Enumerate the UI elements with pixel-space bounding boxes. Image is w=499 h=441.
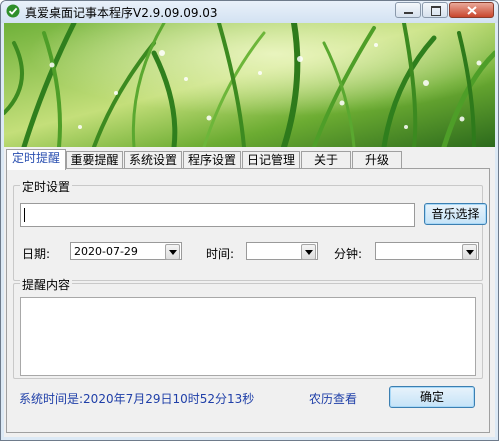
tab-important-reminder[interactable]: 重要提醒	[66, 151, 123, 169]
minute-label: 分钟:	[334, 247, 363, 261]
minute-select[interactable]	[375, 242, 479, 260]
window-title: 真爱桌面记事本程序V2.9.09.09.03	[25, 6, 218, 20]
tab-diary-management[interactable]: 日记管理	[242, 151, 300, 169]
app-icon	[6, 4, 20, 18]
timer-settings-group: 定时设置 音乐选择 日期: 2020-07-29 时间: 分钟:	[13, 178, 487, 281]
date-picker[interactable]: 2020-07-29	[70, 242, 182, 260]
tab-upgrade[interactable]: 升级	[352, 151, 402, 169]
timer-reminder-panel: 定时设置 音乐选择 日期: 2020-07-29 时间: 分钟: 提醒内容 系统…	[6, 168, 490, 433]
app-window: 真爱桌面记事本程序V2.9.09.09.03 定时提醒 重要提醒 系统设置 程序…	[0, 0, 499, 441]
date-dropdown-button[interactable]	[165, 244, 180, 260]
time-label: 时间:	[206, 247, 235, 261]
music-select-label: 音乐选择	[431, 207, 480, 221]
title-bar[interactable]: 真爱桌面记事本程序V2.9.09.09.03	[1, 1, 498, 23]
hour-dropdown-button[interactable]	[301, 244, 316, 260]
tab-label: 日记管理	[246, 153, 295, 167]
maximize-button[interactable]	[422, 2, 448, 18]
close-button[interactable]	[449, 2, 494, 18]
tab-label: 程序设置	[187, 153, 236, 167]
reminder-content-textarea[interactable]	[20, 297, 476, 376]
reminder-content-title: 提醒内容	[20, 276, 73, 293]
music-select-button[interactable]: 音乐选择	[424, 203, 487, 225]
tab-system-settings[interactable]: 系统设置	[124, 151, 182, 169]
lunar-calendar-link[interactable]: 农历查看	[309, 390, 357, 407]
tab-about[interactable]: 关于	[301, 151, 351, 169]
reminder-content-group: 提醒内容	[13, 276, 483, 379]
date-label: 日期:	[22, 247, 51, 261]
music-path-input[interactable]	[20, 203, 415, 227]
grass-banner-image	[4, 23, 495, 147]
tab-program-settings[interactable]: 程序设置	[183, 151, 241, 169]
chevron-down-icon	[169, 250, 177, 255]
timer-settings-title: 定时设置	[20, 178, 73, 195]
tab-label: 系统设置	[128, 153, 177, 167]
chevron-down-icon	[466, 250, 474, 255]
hour-select[interactable]	[246, 242, 318, 260]
tab-label: 重要提醒	[70, 153, 119, 167]
maximize-icon	[431, 6, 441, 16]
tab-timer-reminder[interactable]: 定时提醒	[6, 149, 66, 170]
text-caret	[24, 208, 25, 222]
main-client-area: 定时提醒 重要提醒 系统设置 程序设置 日记管理 关于 升级 定时设置 音乐选择…	[4, 147, 495, 437]
ok-button[interactable]: 确定	[389, 386, 475, 408]
minimize-button[interactable]	[395, 2, 421, 18]
close-icon	[467, 6, 477, 15]
minimize-icon	[404, 12, 413, 14]
ok-label: 确定	[419, 390, 444, 404]
tab-label: 关于	[313, 153, 338, 167]
date-value: 2020-07-29	[74, 245, 138, 258]
minute-dropdown-button[interactable]	[462, 244, 477, 260]
chevron-down-icon	[305, 250, 313, 255]
system-time-text: 系统时间是:2020年7月29日10时52分13秒	[19, 392, 255, 406]
tab-label: 定时提醒	[11, 151, 60, 165]
tab-label: 升级	[364, 153, 389, 167]
